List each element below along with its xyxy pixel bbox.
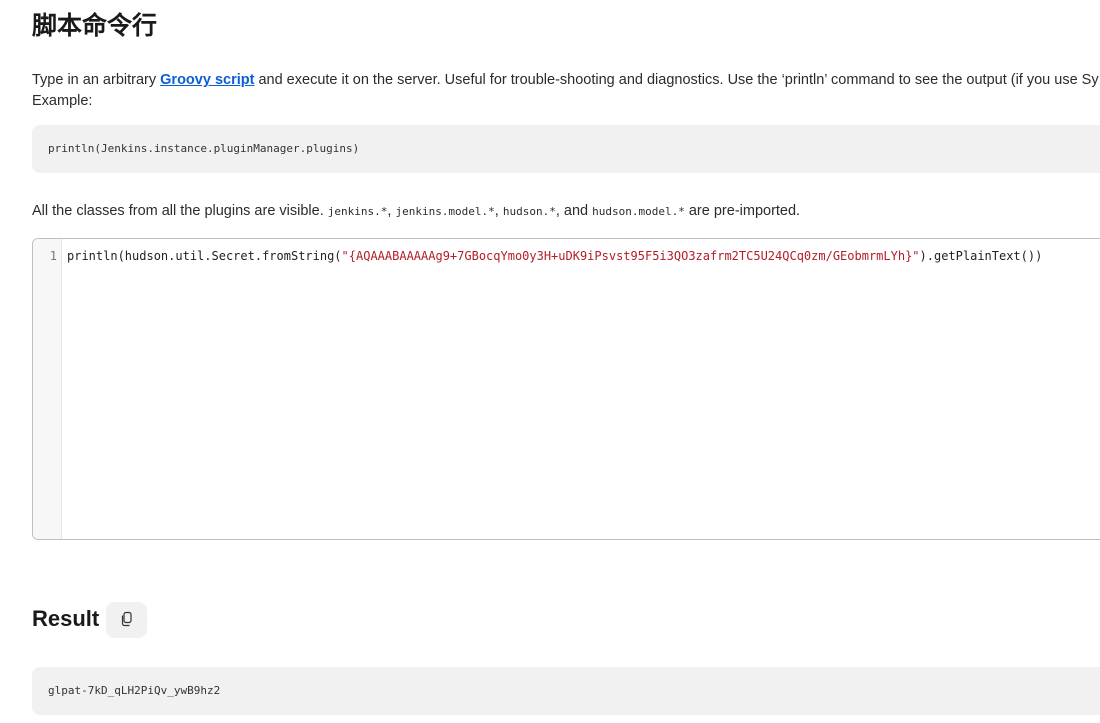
description-line-2: Example: [32,93,93,109]
code-call: println(hudson.util.Secret.fromString( [67,249,342,263]
description-line-1: Type in an arbitrary Groovy script and e… [32,70,1099,91]
code-string-literal: "{AQAAABAAAAAg9+7GBocqYmo0y3H+uDK9iPsvst… [341,249,920,263]
editor-gutter: 1 [33,239,62,539]
description: Type in an arbitrary Groovy script and e… [32,70,1099,112]
package-hudson-model: hudson.model.* [592,205,685,218]
result-title: Result [32,606,100,631]
preimport-note: All the classes from all the plugins are… [32,203,800,219]
package-jenkins-model: jenkins.model.* [395,205,495,218]
groovy-script-link[interactable]: Groovy script [160,72,254,88]
script-console-page: 脚本命令行 Type in an arbitrary Groovy script… [0,0,1100,723]
description-suffix: and execute it on the server. Useful for… [254,72,1099,88]
copy-icon [119,611,135,630]
separator: , [494,203,503,219]
result-output: glpat-7kD_qLH2PiQv_ywB9hz2 [48,684,221,697]
separator: , and [555,203,593,219]
package-jenkins: jenkins.* [327,205,388,218]
example-code: println(Jenkins.instance.pluginManager.p… [48,142,360,155]
description-prefix: Type in an arbitrary [32,72,161,88]
script-editor[interactable]: 1 println(hudson.util.Secret.fromString(… [32,238,1100,540]
line-number: 1 [49,249,57,263]
code-call-end: ).getPlainText()) [919,249,1043,263]
example-code-block: println(Jenkins.instance.pluginManager.p… [32,125,1100,173]
copy-result-button[interactable] [106,602,147,638]
page-title: 脚本命令行 [32,12,158,40]
package-hudson: hudson.* [502,205,556,218]
editor-code-line[interactable]: println(hudson.util.Secret.fromString("{… [67,249,1042,263]
preimport-suffix: are pre-imported. [684,203,801,219]
result-output-block: glpat-7kD_qLH2PiQv_ywB9hz2 [32,667,1100,715]
preimport-prefix: All the classes from all the plugins are… [32,203,328,219]
